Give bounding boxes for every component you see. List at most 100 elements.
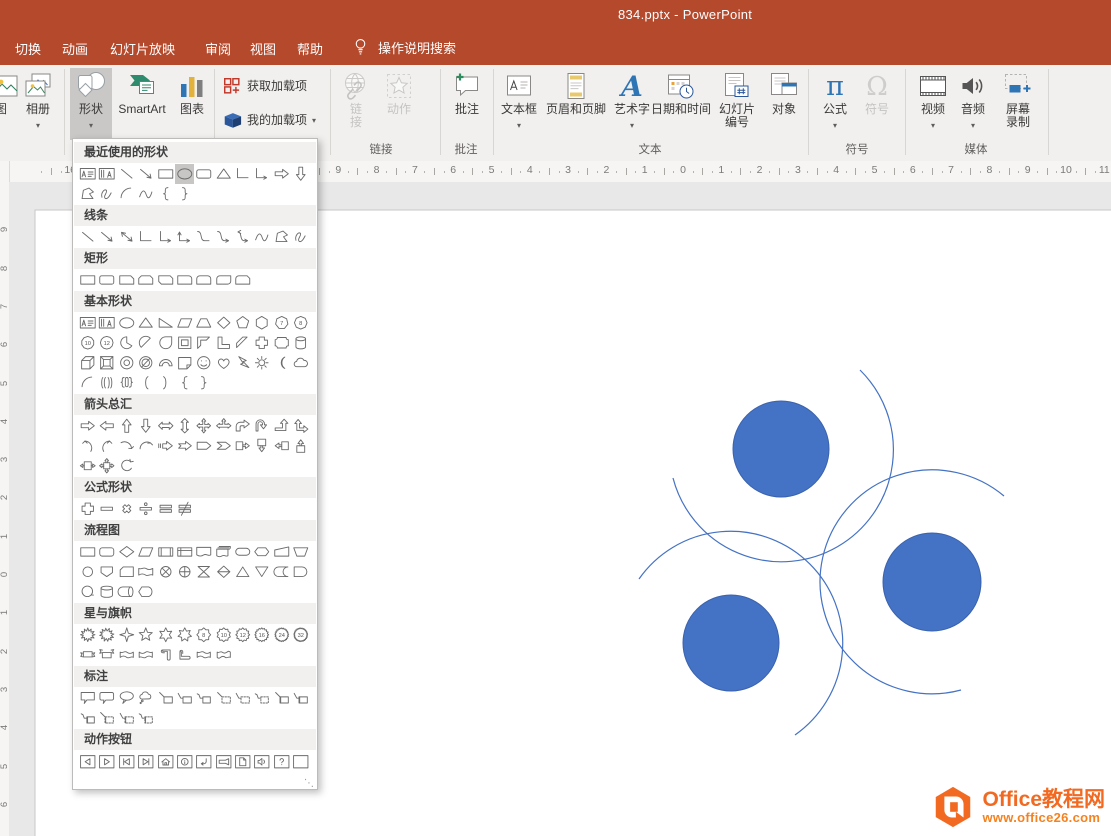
ribbon-button-header-footer[interactable]: 页眉和页脚 [540,68,612,136]
shape-donut[interactable] [117,353,136,372]
shape-star-32-point[interactable]: 32 [291,625,310,644]
ribbon-button-get-addins[interactable]: 获取加载项 [222,73,332,99]
shape-arrow-pentagon[interactable] [194,436,213,455]
shape-freeform[interactable] [272,227,291,246]
shape-elbow-double-arrow-connector[interactable] [175,227,194,246]
shape-arrow-striped-right[interactable] [156,436,175,455]
shape-arrow-notched-right[interactable] [175,436,194,455]
shape-arrow-left-right-up[interactable] [214,416,233,435]
shape-callout-line-2-no-border-accent[interactable] [117,708,136,727]
shape-multiply[interactable] [117,499,136,518]
shape-arrow-right[interactable] [272,164,291,183]
shape-manual-operation[interactable] [291,542,310,561]
shape-direct-access-storage[interactable] [117,582,136,601]
shape-octagon[interactable]: 8 [291,313,310,332]
shape-star-6-point[interactable] [156,625,175,644]
ribbon-button-audio[interactable]: 音频▾ [952,68,994,136]
shape-decision[interactable] [117,542,136,561]
shape-horizontal-scroll[interactable] [175,645,194,664]
shape-star-24-point[interactable]: 24 [272,625,291,644]
shape-smiley-face[interactable] [194,353,213,372]
shape-left-brace[interactable] [156,184,175,203]
shape-callout-line-2[interactable] [175,688,194,707]
shape-folded-corner[interactable] [175,353,194,372]
shape-arrow-up-down[interactable] [175,416,194,435]
shape-snip-and-round-single-corner-rectangle[interactable] [233,270,252,289]
shape-star-5-point[interactable] [136,625,155,644]
shape-right-bracket[interactable] [156,373,175,392]
ribbon-button-equation[interactable]: π公式▾ [814,68,856,136]
shape-internal-storage[interactable] [175,542,194,561]
shape-stored-data[interactable] [272,562,291,581]
shape-callout-line-1-accent[interactable] [272,688,291,707]
shape-snip-single-corner-rectangle[interactable] [117,270,136,289]
shape-left-brace[interactable] [175,373,194,392]
shape-cross[interactable] [253,333,272,352]
shape-action-movie[interactable] [214,752,233,771]
shape-extract[interactable] [233,562,252,581]
shape-callout-line-3-accent[interactable] [78,708,97,727]
shape-arrow-callout-quad[interactable] [97,456,116,475]
panel-resize-grip[interactable]: ⋱ [304,778,314,789]
shape-arrow-bent-up[interactable] [272,416,291,435]
shape-card[interactable] [117,562,136,581]
shape-vertical-text-box[interactable] [97,313,116,332]
shape-callout-line-1[interactable] [156,688,175,707]
shape-line[interactable] [78,227,97,246]
shape-double-brace[interactable] [117,373,136,392]
slide-circle-shape[interactable] [733,401,829,497]
shape-arrow-callout-left-right[interactable] [78,456,97,475]
shape-star-8-point[interactable]: 8 [194,625,213,644]
shape-arrow-left-right[interactable] [156,416,175,435]
ribbon-button-comment[interactable]: 批注 [444,68,490,136]
shape-cube[interactable] [78,353,97,372]
menu-tab-3[interactable]: 审阅 [205,39,231,58]
shape-data[interactable] [136,542,155,561]
shape-scribble[interactable] [97,184,116,203]
ribbon-button-screen-recording[interactable]: 屏幕录制 [992,68,1044,136]
shape-arrow-left-up[interactable] [291,416,310,435]
shape-callout-cloud[interactable] [136,688,155,707]
ribbon-button-chart[interactable]: 图表 [172,68,212,136]
shape-lightning-bolt[interactable] [233,353,252,372]
ribbon-button-shapes[interactable]: 形状▾ [70,68,112,140]
ribbon-button-video[interactable]: 视频▾ [912,68,954,136]
shape-predefined-process[interactable] [156,542,175,561]
shape-double-wave[interactable] [214,645,233,664]
shape-teardrop[interactable] [156,333,175,352]
shape-callout-line-2-no-border[interactable] [233,688,252,707]
shape-elbow-connector[interactable] [136,227,155,246]
shape-action-information[interactable] [175,752,194,771]
shape-oval[interactable] [117,313,136,332]
shape-connector[interactable] [78,562,97,581]
shape-action-home[interactable] [156,752,175,771]
shape-regular-pentagon[interactable] [233,313,252,332]
shape-arrow-down[interactable] [136,416,155,435]
shape-curved-ribbon-down[interactable] [136,645,155,664]
shape-arrow-curved-down[interactable] [117,436,136,455]
shape-diagonal-stripe[interactable] [233,333,252,352]
shape-arrow-up[interactable] [117,416,136,435]
ribbon-button-smartart[interactable]: SmartArt [112,68,172,136]
shape-double-bracket[interactable] [97,373,116,392]
shape-star-16-point[interactable]: 16 [253,625,272,644]
shape-callout-line-3[interactable] [194,688,213,707]
shape-action-back[interactable] [78,752,97,771]
shape-trapezoid[interactable] [194,313,213,332]
shape-curved-connector[interactable] [194,227,213,246]
shape-off-page-connector[interactable] [97,562,116,581]
shape-arrow-chevron[interactable] [214,436,233,455]
shape-moon[interactable] [272,353,291,372]
shape-or[interactable] [175,562,194,581]
shape-scribble[interactable] [291,227,310,246]
shape-hexagon[interactable] [253,313,272,332]
shape-line-arrow[interactable] [136,164,155,183]
shape-right-triangle[interactable] [156,313,175,332]
shape-action-forward[interactable] [97,752,116,771]
menu-tab-5[interactable]: 帮助 [297,39,323,58]
shape-star-12-point[interactable]: 12 [233,625,252,644]
shape-pie[interactable] [117,333,136,352]
shape-alternate-process[interactable] [97,542,116,561]
shape-magnetic-disk[interactable] [97,582,116,601]
shape-sort[interactable] [214,562,233,581]
